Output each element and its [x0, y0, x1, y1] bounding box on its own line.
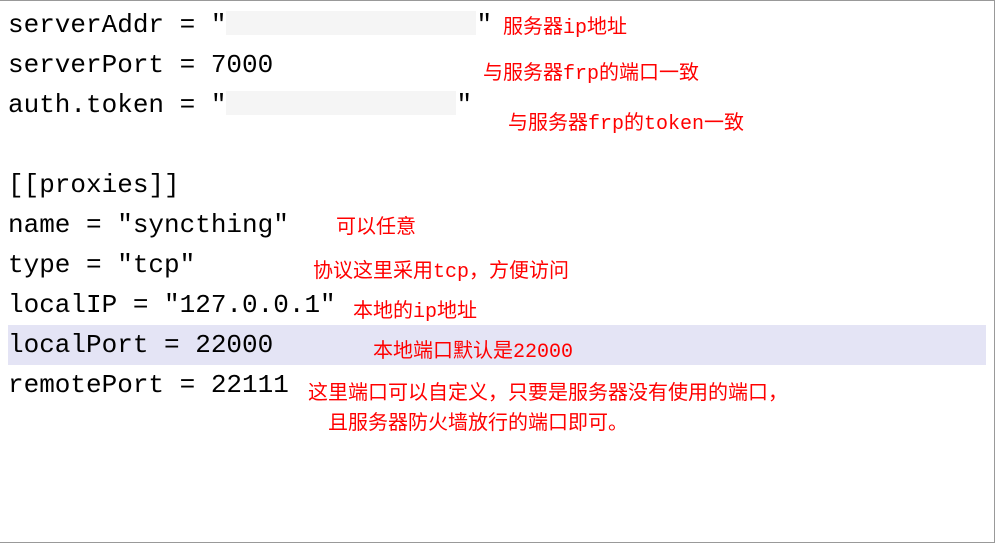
- annotation-authToken: 与服务器frp的token一致: [508, 105, 744, 145]
- config-editor: serverAddr = " " 服务器ip地址 serverPort = 70…: [0, 1, 994, 409]
- code-line-proxies: [[proxies]]: [8, 165, 986, 205]
- remotePort-text: remotePort = 22111: [8, 365, 289, 405]
- annotation-serverAddr: 服务器ip地址: [503, 9, 627, 49]
- annotation-remotePort-l2: 且服务器防火墙放行的端口即可。: [328, 405, 628, 445]
- serverPort-text: serverPort = 7000: [8, 45, 273, 85]
- annotation-name: 可以任意: [336, 209, 416, 249]
- serverAddr-redacted-value: [226, 11, 476, 35]
- code-line-localPort-highlighted: localPort = 22000 本地端口默认是22000: [8, 325, 986, 365]
- code-line-localIP: localIP = "127.0.0.1" 本地的ip地址: [8, 285, 986, 325]
- localPort-text: localPort = 22000: [8, 325, 273, 365]
- localIP-text: localIP = "127.0.0.1": [8, 285, 336, 325]
- code-line-authToken: auth.token = " " 与服务器frp的token一致: [8, 85, 986, 125]
- authToken-redacted-value: [226, 91, 456, 115]
- proxies-text: [[proxies]]: [8, 165, 180, 205]
- authToken-suffix: ": [456, 85, 472, 125]
- blank-line: [8, 125, 986, 165]
- serverAddr-prefix: serverAddr = ": [8, 5, 226, 45]
- authToken-prefix: auth.token = ": [8, 85, 226, 125]
- serverAddr-suffix: ": [476, 5, 492, 45]
- code-line-serverAddr: serverAddr = " " 服务器ip地址: [8, 5, 986, 45]
- code-line-type: type = "tcp" 协议这里采用tcp，方便访问: [8, 245, 986, 285]
- code-line-name: name = "syncthing" 可以任意: [8, 205, 986, 245]
- type-text: type = "tcp": [8, 245, 195, 285]
- name-text: name = "syncthing": [8, 205, 289, 245]
- code-line-serverPort: serverPort = 7000 与服务器frp的端口一致: [8, 45, 986, 85]
- code-line-remotePort: remotePort = 22111 这里端口可以自定义，只要是服务器没有使用的…: [8, 365, 986, 405]
